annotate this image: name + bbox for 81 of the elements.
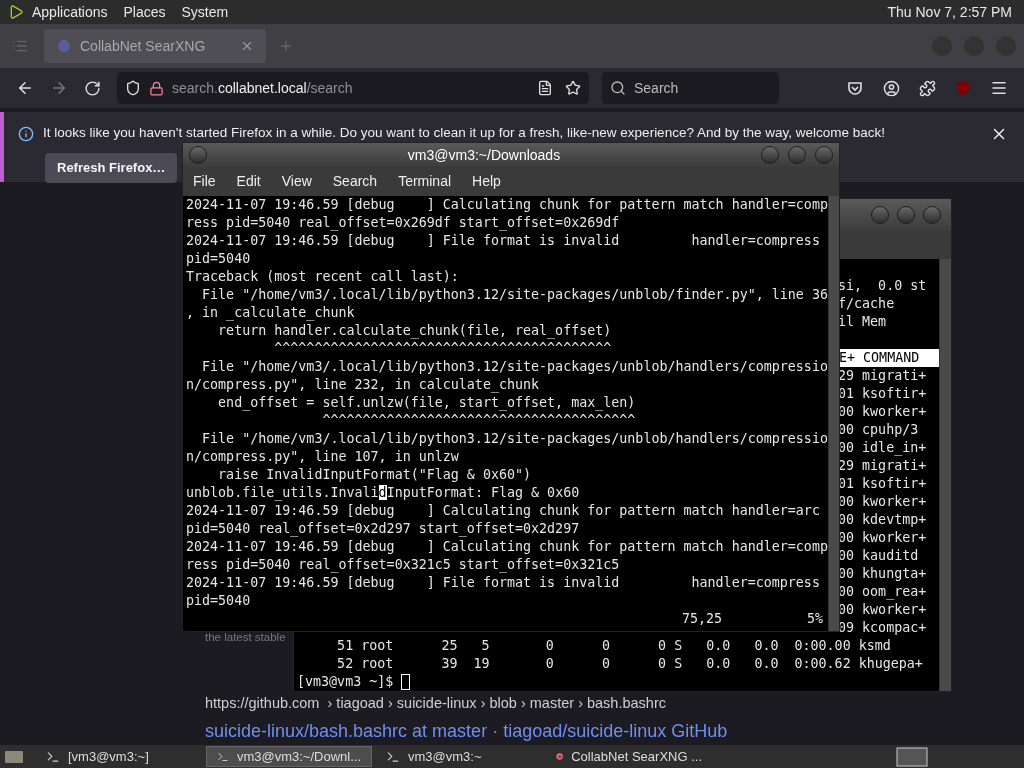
terminal-line: n/compress.py", line 232, in calculate_chunk [186, 377, 540, 392]
terminal-line: , in _calculate_chunk [186, 305, 355, 320]
lock-icon[interactable] [149, 80, 164, 96]
terminal-line: 2024-11-07 19:46.59 [debug ] File format is invalid handler=compress [186, 575, 820, 590]
menu-item[interactable]: Terminal [398, 171, 452, 192]
search-field[interactable]: Search [602, 72, 779, 105]
taskbar-item[interactable]: CollabNet SearXNG ... [546, 746, 712, 768]
url-text: search.collabnet.local/search [172, 78, 354, 98]
tab-favicon [56, 38, 72, 55]
terminal-line: unblob.file_utils.InvalidInputFormat: Flag & 0x60 [186, 485, 580, 500]
menu-logo-icon[interactable] [8, 4, 24, 21]
search-icon [610, 80, 626, 97]
terminal-line: ress pid=5040 real_offset=0x321c5 start_offset=0x321c5 [186, 557, 620, 572]
close-button[interactable] [815, 146, 833, 164]
terminal-line: ^^^^^^^^^^^^^^^^^^^^^^^^^^^^^^^^^^^^^^^^^^ [273, 341, 612, 356]
scrollbar[interactable] [827, 196, 839, 631]
show-desktop-icon[interactable] [4, 748, 24, 765]
panel-menu[interactable]: Applications [32, 1, 108, 23]
cursor-position: 75,25 [682, 610, 723, 628]
terminal-line: 2024-11-07 19:46.59 [debug ] Calculating chunk for pattern match handler=comp [186, 197, 828, 212]
reader-view-icon[interactable] [537, 80, 553, 97]
menu-item[interactable]: Help [472, 171, 501, 192]
menu-item[interactable]: View [281, 171, 312, 192]
maximize-button[interactable] [788, 146, 806, 164]
menu-item[interactable]: Edit [236, 171, 261, 192]
shell-prompt: [vm3@vm3 ~]$ [297, 673, 395, 691]
terminal-line: 51 root 25 5 0 0 0 S 0.0 0.0 0:00.00 ksmd [336, 638, 891, 653]
menu-item[interactable]: Search [332, 171, 378, 192]
reload-icon[interactable] [84, 79, 101, 97]
terminal-line: 52 root 39 19 0 0 0 S 0.0 0.0 0:00.62 khugepa+ [336, 656, 923, 671]
taskbar-item[interactable]: [vm3@vm3:~] [36, 746, 202, 768]
terminal-line: il Mem [838, 314, 887, 329]
extensions-icon[interactable] [919, 79, 936, 97]
terminal-line: pid=5040 [186, 251, 251, 266]
terminal-line: return handler.calculate_chunk(file, real_offset) [217, 323, 612, 338]
terminal-line: 2024-11-07 19:46.59 [debug ] Calculating chunk for pattern match handler=arc [186, 503, 820, 518]
terminal-icon [46, 749, 60, 764]
terminal-line: File "/home/vm3/.local/lib/python3.12/site-packages/unblob/finder.py", line 36 [201, 287, 828, 302]
terminal-icon [386, 749, 400, 764]
terminal-line: ^^^^^^^^^^^^^^^^^^^^^^^^^^^^^^^^^^^^^^^ [321, 413, 636, 428]
refresh-firefox-button[interactable]: Refresh Firefox… [45, 152, 178, 183]
workspace-switcher-icon[interactable] [896, 746, 928, 767]
terminal-line: pid=5040 real_offset=0x2d297 start_offset=0x2d297 [186, 521, 580, 536]
info-icon [18, 125, 34, 142]
terminal-line: Traceback (most recent call last): [186, 269, 459, 284]
taskbar-item[interactable]: vm3@vm3:~ [376, 746, 542, 768]
terminal-line: File "/home/vm3/.local/lib/python3.12/site-packages/unblob/handlers/compressio [201, 359, 828, 374]
url-field[interactable]: search.collabnet.local/search [117, 72, 589, 105]
result-breadcrumb: https://github.com › tiagoad › suicide-linux › blob › master › bash.bashrc [205, 693, 666, 713]
cursor-block [401, 674, 411, 690]
pocket-icon[interactable] [847, 80, 863, 97]
panel-menu[interactable]: Places [123, 1, 166, 23]
window-menu-button[interactable] [189, 146, 207, 164]
terminal-line: 2024-11-07 19:46.59 [debug ] File format is invalid handler=compress [186, 233, 820, 248]
panel-menu[interactable]: System [181, 1, 229, 23]
terminal-line: raise InvalidInputFormat("Flag & 0x60") [217, 467, 532, 482]
snippet-text: the latest stable [205, 630, 286, 646]
shield-icon[interactable] [125, 80, 141, 97]
close-button[interactable] [923, 206, 941, 224]
notification-message: It looks like you haven't started Firefox in a while. Do you want to clean it up for a fresh, like-new experience? And by the way, welcome back! [43, 124, 885, 143]
taskbar-item[interactable]: vm3@vm3:~/Downl... [206, 746, 372, 768]
clock[interactable]: Thu Nov 7, 2:57 PM [887, 1, 1012, 23]
browser-tab[interactable]: CollabNet SearXNG [44, 29, 266, 64]
maximize-button[interactable] [897, 206, 915, 224]
minimize-button[interactable] [871, 206, 889, 224]
bookmark-icon[interactable] [565, 80, 581, 97]
terminal-line: File "/home/vm3/.local/lib/python3.12/site-packages/unblob/handlers/compressio [201, 431, 828, 446]
terminal-line: 2024-11-07 19:46.59 [debug ] Calculating chunk for pattern match handler=comp [186, 539, 828, 554]
terminal-line: n/compress.py", line 107, in unlzw [186, 449, 459, 464]
window-title: vm3@vm3:~/Downloads [406, 145, 562, 165]
terminal-line: end_offset = self.unlzw(file, start_offset, max_len) [217, 395, 636, 410]
terminal-line: f/cache [838, 296, 895, 311]
result-title-link[interactable]: suicide-linux/bash.bashrc at master · tiagoad/suicide-linux GitHub [205, 718, 728, 746]
terminal-line: ress pid=5040 real_offset=0x269df start_offset=0x269df [186, 215, 620, 230]
terminal-line: pid=5040 [186, 593, 251, 608]
menu-item[interactable]: File [193, 171, 216, 192]
account-icon[interactable] [883, 79, 900, 97]
scroll-percent: 5% [806, 610, 823, 628]
terminal-line: si, 0.0 st [838, 278, 927, 293]
minimize-button[interactable] [761, 146, 779, 164]
scrollbar[interactable] [939, 259, 951, 691]
